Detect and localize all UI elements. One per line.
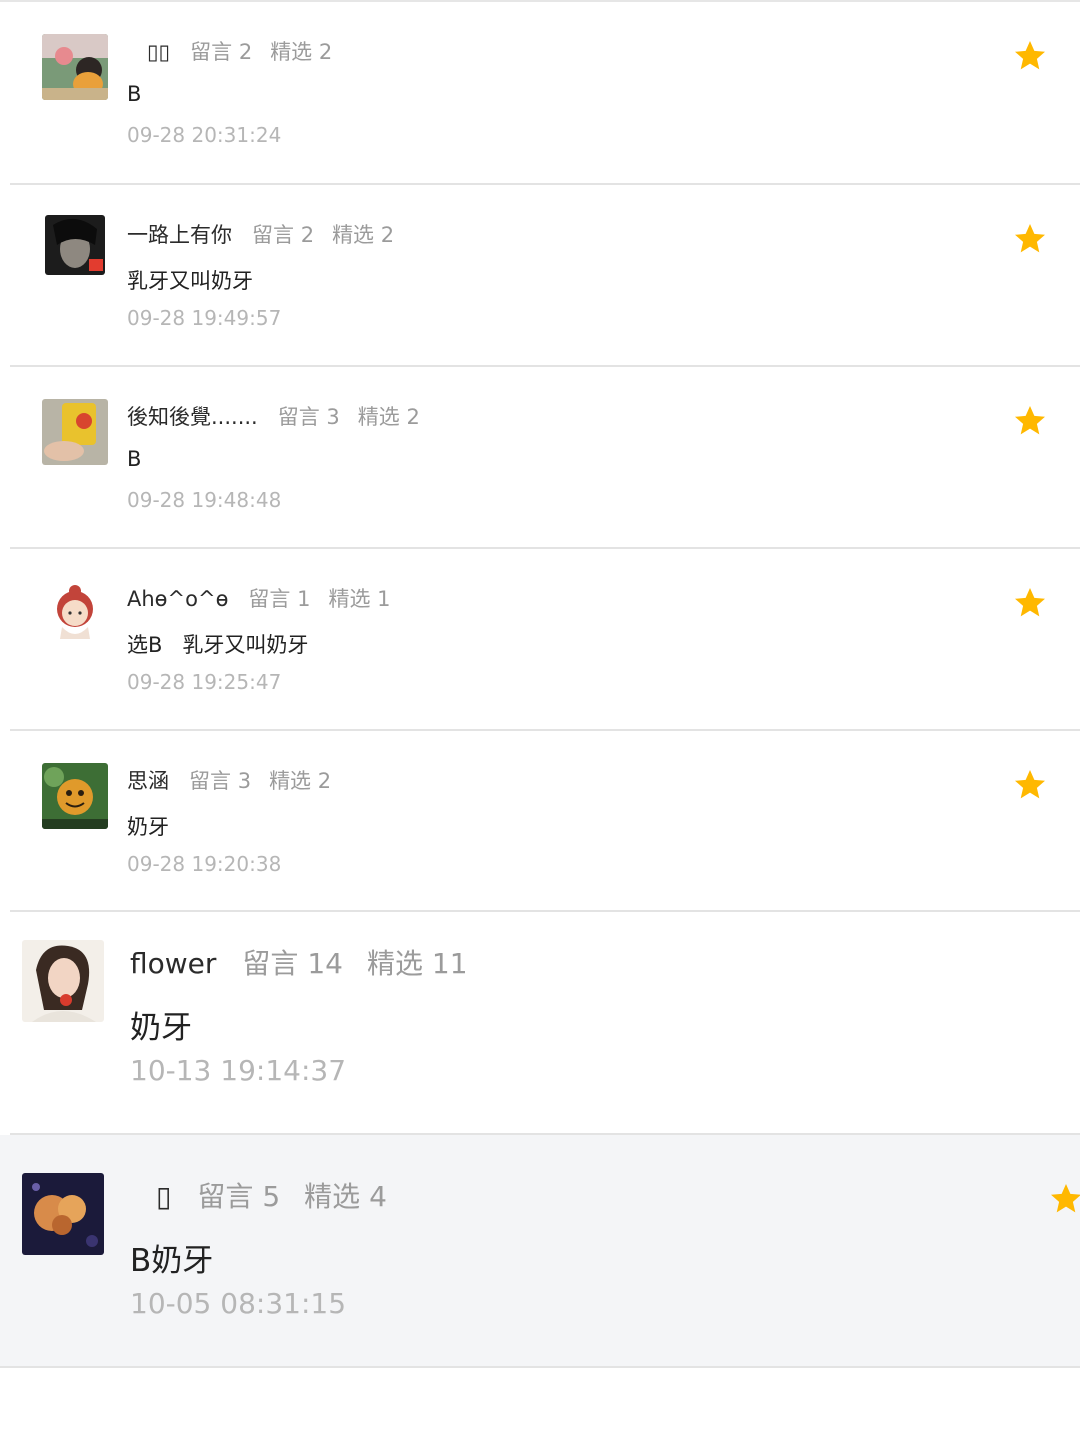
featured-count-label: 精选 4: [304, 1180, 387, 1213]
comment-count-label: 留言 1: [248, 587, 311, 611]
star-icon[interactable]: [1012, 221, 1048, 257]
comment-time: 10-13 19:14:37: [130, 1054, 347, 1087]
divider: [0, 1366, 1080, 1368]
comment-time: 09-28 19:25:47: [127, 670, 282, 694]
commenter-name[interactable]: 思涵: [127, 769, 169, 793]
featured-count-label: 精选 1: [328, 587, 391, 611]
featured-count-label: 精选 2: [270, 40, 333, 64]
comment-item: 思涵 留言 3 精选 2 奶牙 09-28 19:20:38: [0, 731, 1080, 912]
comment-count-label: 留言 3: [277, 405, 340, 429]
comment-text: B: [127, 447, 142, 471]
star-icon[interactable]: [1012, 585, 1048, 621]
comment-time: 09-28 19:48:48: [127, 488, 282, 512]
avatar[interactable]: [22, 940, 104, 1022]
comment-time: 09-28 19:49:57: [127, 306, 282, 330]
star-icon[interactable]: [1012, 767, 1048, 803]
commenter-name[interactable]: Ahɵ^o^ɵ: [127, 587, 228, 611]
comment-item: 一路上有你 留言 2 精选 2 乳牙又叫奶牙 09-28 19:49:57: [0, 185, 1080, 367]
comment-text: B: [127, 82, 142, 106]
commenter-name[interactable]: 後知後覺.......: [127, 405, 258, 429]
comment-item: 後知後覺....... 留言 3 精选 2 B 09-28 19:48:48: [0, 367, 1080, 549]
avatar[interactable]: [45, 215, 105, 275]
star-icon[interactable]: [1048, 1181, 1080, 1217]
comment-item: ▯▯ 留言 2 精选 2 B 09-28 20:31:24: [0, 2, 1080, 185]
avatar[interactable]: [42, 34, 108, 100]
comment-text: 乳牙又叫奶牙: [127, 269, 253, 293]
commenter-name[interactable]: flower: [130, 947, 216, 980]
comment-count-label: 留言 2: [252, 223, 315, 247]
avatar[interactable]: [22, 1173, 104, 1255]
avatar[interactable]: [42, 763, 108, 829]
comment-text: 奶牙: [127, 815, 169, 839]
name-glyph: ▯: [156, 1180, 172, 1213]
avatar[interactable]: [42, 399, 108, 465]
comment-item: Ahɵ^o^ɵ 留言 1 精选 1 选B 乳牙又叫奶牙 09-28 19:25:47: [0, 549, 1080, 731]
featured-count-label: 精选 2: [357, 405, 420, 429]
comment-count-label: 留言 5: [197, 1180, 281, 1213]
featured-count-label: 精选 11: [366, 947, 468, 980]
comment-text: 奶牙: [130, 1010, 192, 1046]
comment-item: ▯ 留言 5 精选 4 B奶牙 10-05 08:31:15: [0, 1135, 1080, 1368]
featured-count-label: 精选 2: [332, 223, 395, 247]
comment-item: flower 留言 14 精选 11 奶牙 10-13 19:14:37: [0, 912, 1080, 1135]
comment-count-label: 留言 14: [242, 947, 343, 980]
comment-time: 09-28 19:20:38: [127, 852, 282, 876]
comment-text: B奶牙: [130, 1243, 214, 1279]
comment-time: 09-28 20:31:24: [127, 123, 282, 147]
name-glyph: ▯▯: [147, 40, 171, 64]
star-icon[interactable]: [1012, 38, 1048, 74]
comment-text: 选B 乳牙又叫奶牙: [127, 633, 309, 657]
star-icon[interactable]: [1012, 403, 1048, 439]
comment-count-label: 留言 3: [189, 769, 252, 793]
featured-count-label: 精选 2: [269, 769, 332, 793]
comment-count-label: 留言 2: [190, 40, 253, 64]
avatar[interactable]: [42, 581, 108, 647]
commenter-name[interactable]: 一路上有你: [127, 223, 232, 247]
comment-time: 10-05 08:31:15: [130, 1287, 347, 1320]
